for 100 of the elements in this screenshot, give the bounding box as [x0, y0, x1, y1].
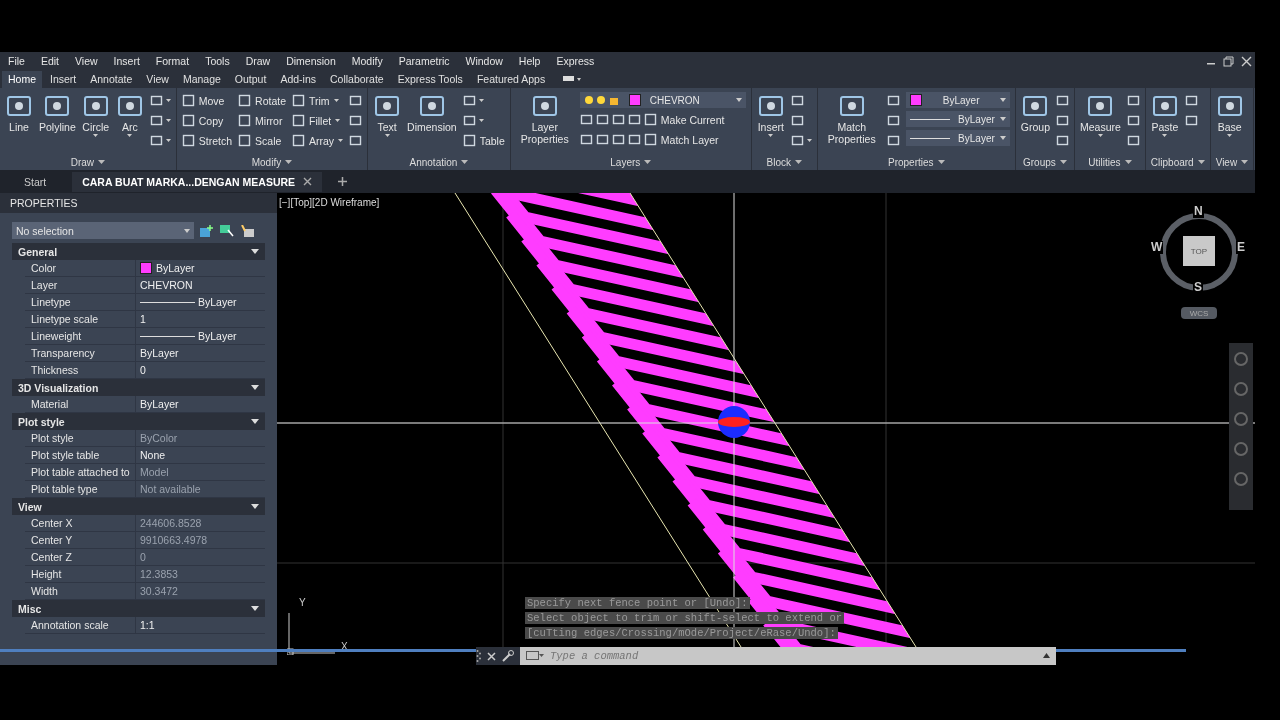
menu-item[interactable]: Insert: [113, 55, 140, 67]
menu-item[interactable]: View: [75, 55, 98, 67]
ribbon-tab[interactable]: Annotate: [84, 71, 139, 88]
ribbon-button[interactable]: Rotate: [238, 92, 286, 109]
ribbon-button[interactable]: Match Properties: [822, 92, 881, 145]
layer-dropdown[interactable]: CHEVRON: [579, 92, 746, 108]
caret-icon[interactable]: [644, 159, 652, 165]
section-header[interactable]: View: [12, 498, 265, 515]
ribbon-button[interactable]: Insert: [756, 92, 785, 137]
ribbon-button[interactable]: Text: [373, 92, 402, 137]
property-value[interactable]: 1:1: [136, 617, 155, 633]
caret-icon[interactable]: [127, 134, 133, 137]
restore-icon[interactable]: [1223, 55, 1234, 67]
caret-icon[interactable]: [98, 159, 106, 165]
caret-icon[interactable]: [333, 99, 339, 102]
menu-item[interactable]: Format: [155, 55, 190, 67]
ribbon-button[interactable]: Group: [1020, 92, 1050, 133]
menu-item[interactable]: Express: [556, 55, 595, 67]
menu-item[interactable]: Edit: [40, 55, 59, 67]
property-value[interactable]: None: [136, 447, 166, 463]
caret-icon[interactable]: [1162, 134, 1168, 137]
caret-icon[interactable]: [1059, 159, 1067, 165]
ribbon-tab[interactable]: Manage: [176, 71, 227, 88]
ribbon-tab[interactable]: View: [140, 71, 175, 88]
ribbon-button[interactable]: Array: [292, 132, 344, 149]
select-objects-icon[interactable]: [220, 224, 234, 237]
nav-tool-icon[interactable]: [1233, 411, 1249, 427]
caret-icon[interactable]: [735, 98, 742, 102]
line-dropdown[interactable]: ByLayer: [905, 111, 1010, 127]
close-icon[interactable]: [487, 651, 496, 661]
section-header[interactable]: 3D Visualization: [12, 379, 265, 396]
nav-tool-icon[interactable]: [1233, 351, 1249, 367]
panel-title[interactable]: View: [1215, 154, 1249, 170]
panel-title[interactable]: Clipboard: [1150, 154, 1205, 170]
line-dropdown[interactable]: ByLayer: [905, 130, 1010, 146]
ribbon-button[interactable]: Layer Properties: [515, 92, 574, 145]
ribbon-button[interactable]: Dimension: [407, 92, 457, 133]
caret-icon[interactable]: [999, 136, 1006, 140]
caret-icon[interactable]: [251, 385, 259, 390]
caret-icon[interactable]: [251, 504, 259, 509]
compass-north[interactable]: N: [1193, 205, 1204, 218]
ribbon-button[interactable]: Polyline: [39, 92, 76, 133]
viewport-controls[interactable]: [−][Top][2D Wireframe]: [279, 197, 380, 208]
property-value[interactable]: ByLayer: [136, 345, 179, 361]
ribbon-tab[interactable]: Express Tools: [391, 71, 469, 88]
color-dropdown[interactable]: ByLayer: [905, 92, 1010, 108]
property-value[interactable]: ByLayer: [136, 294, 237, 310]
panel-title[interactable]: Properties: [822, 154, 1010, 170]
caret-icon[interactable]: [251, 606, 259, 611]
ribbon-button[interactable]: Measure: [1080, 92, 1121, 137]
ribbon-button[interactable]: Fillet: [292, 112, 344, 129]
ribbon-button[interactable]: Base: [1215, 92, 1244, 137]
menu-item[interactable]: Modify: [351, 55, 383, 67]
caret-icon[interactable]: [93, 134, 99, 137]
compass-east[interactable]: E: [1236, 241, 1246, 254]
caret-icon[interactable]: [335, 119, 341, 122]
ribbon-button[interactable]: Scale: [238, 132, 286, 149]
caret-icon[interactable]: [338, 139, 344, 142]
caret-icon[interactable]: [384, 134, 390, 137]
quick-select-icon[interactable]: [240, 224, 254, 237]
ribbon-tab[interactable]: Home: [2, 71, 42, 88]
caret-icon[interactable]: [999, 98, 1006, 102]
caret-icon[interactable]: [1227, 134, 1233, 137]
ribbon-button[interactable]: Stretch: [181, 132, 233, 149]
caret-icon[interactable]: [1124, 159, 1132, 165]
property-value[interactable]: CHEVRON: [136, 277, 193, 293]
ribbon-button[interactable]: Make Current: [643, 111, 725, 128]
ribbon-button[interactable]: Circle: [81, 92, 110, 137]
close-icon[interactable]: [1241, 55, 1252, 67]
ribbon-tab[interactable]: Featured Apps: [470, 71, 552, 88]
compass-south[interactable]: S: [1193, 281, 1203, 294]
property-value[interactable]: ByLayer: [136, 396, 179, 412]
ribbon-button[interactable]: Paste: [1150, 92, 1179, 137]
caret-icon[interactable]: [768, 134, 774, 137]
caret-icon[interactable]: [251, 249, 259, 254]
ribbon-tab[interactable]: Add-ins: [274, 71, 322, 88]
panel-title[interactable]: Groups: [1020, 154, 1069, 170]
ribbon-button[interactable]: Arc: [115, 92, 144, 137]
menu-item[interactable]: Help: [518, 55, 541, 67]
caret-icon[interactable]: [478, 119, 484, 122]
add-tab-icon[interactable]: [338, 177, 348, 186]
panel-title[interactable]: Draw: [5, 154, 171, 170]
ribbon-tab[interactable]: Collaborate: [324, 71, 390, 88]
ribbon-button[interactable]: Table: [462, 132, 505, 149]
file-tab[interactable]: CARA BUAT MARKA...DENGAN MEASURE: [72, 171, 323, 192]
caret-icon[interactable]: [461, 159, 469, 165]
caret-icon[interactable]: [999, 117, 1006, 121]
wrench-icon[interactable]: [502, 650, 514, 662]
caret-icon[interactable]: [1241, 159, 1249, 165]
property-value[interactable]: ByLayer: [136, 260, 195, 276]
panel-title[interactable]: Utilities: [1080, 154, 1140, 170]
viewcube-face[interactable]: TOP: [1183, 236, 1215, 266]
ribbon-button[interactable]: Mirror: [238, 112, 286, 129]
nav-tool-icon[interactable]: [1233, 471, 1249, 487]
caret-icon[interactable]: [285, 159, 293, 165]
property-value[interactable]: 1: [136, 311, 146, 327]
ribbon-button[interactable]: Line: [5, 92, 33, 133]
menu-item[interactable]: Tools: [205, 55, 230, 67]
ribbon-button[interactable]: Match Layer: [643, 131, 719, 148]
selection-dropdown[interactable]: No selection: [12, 222, 194, 239]
